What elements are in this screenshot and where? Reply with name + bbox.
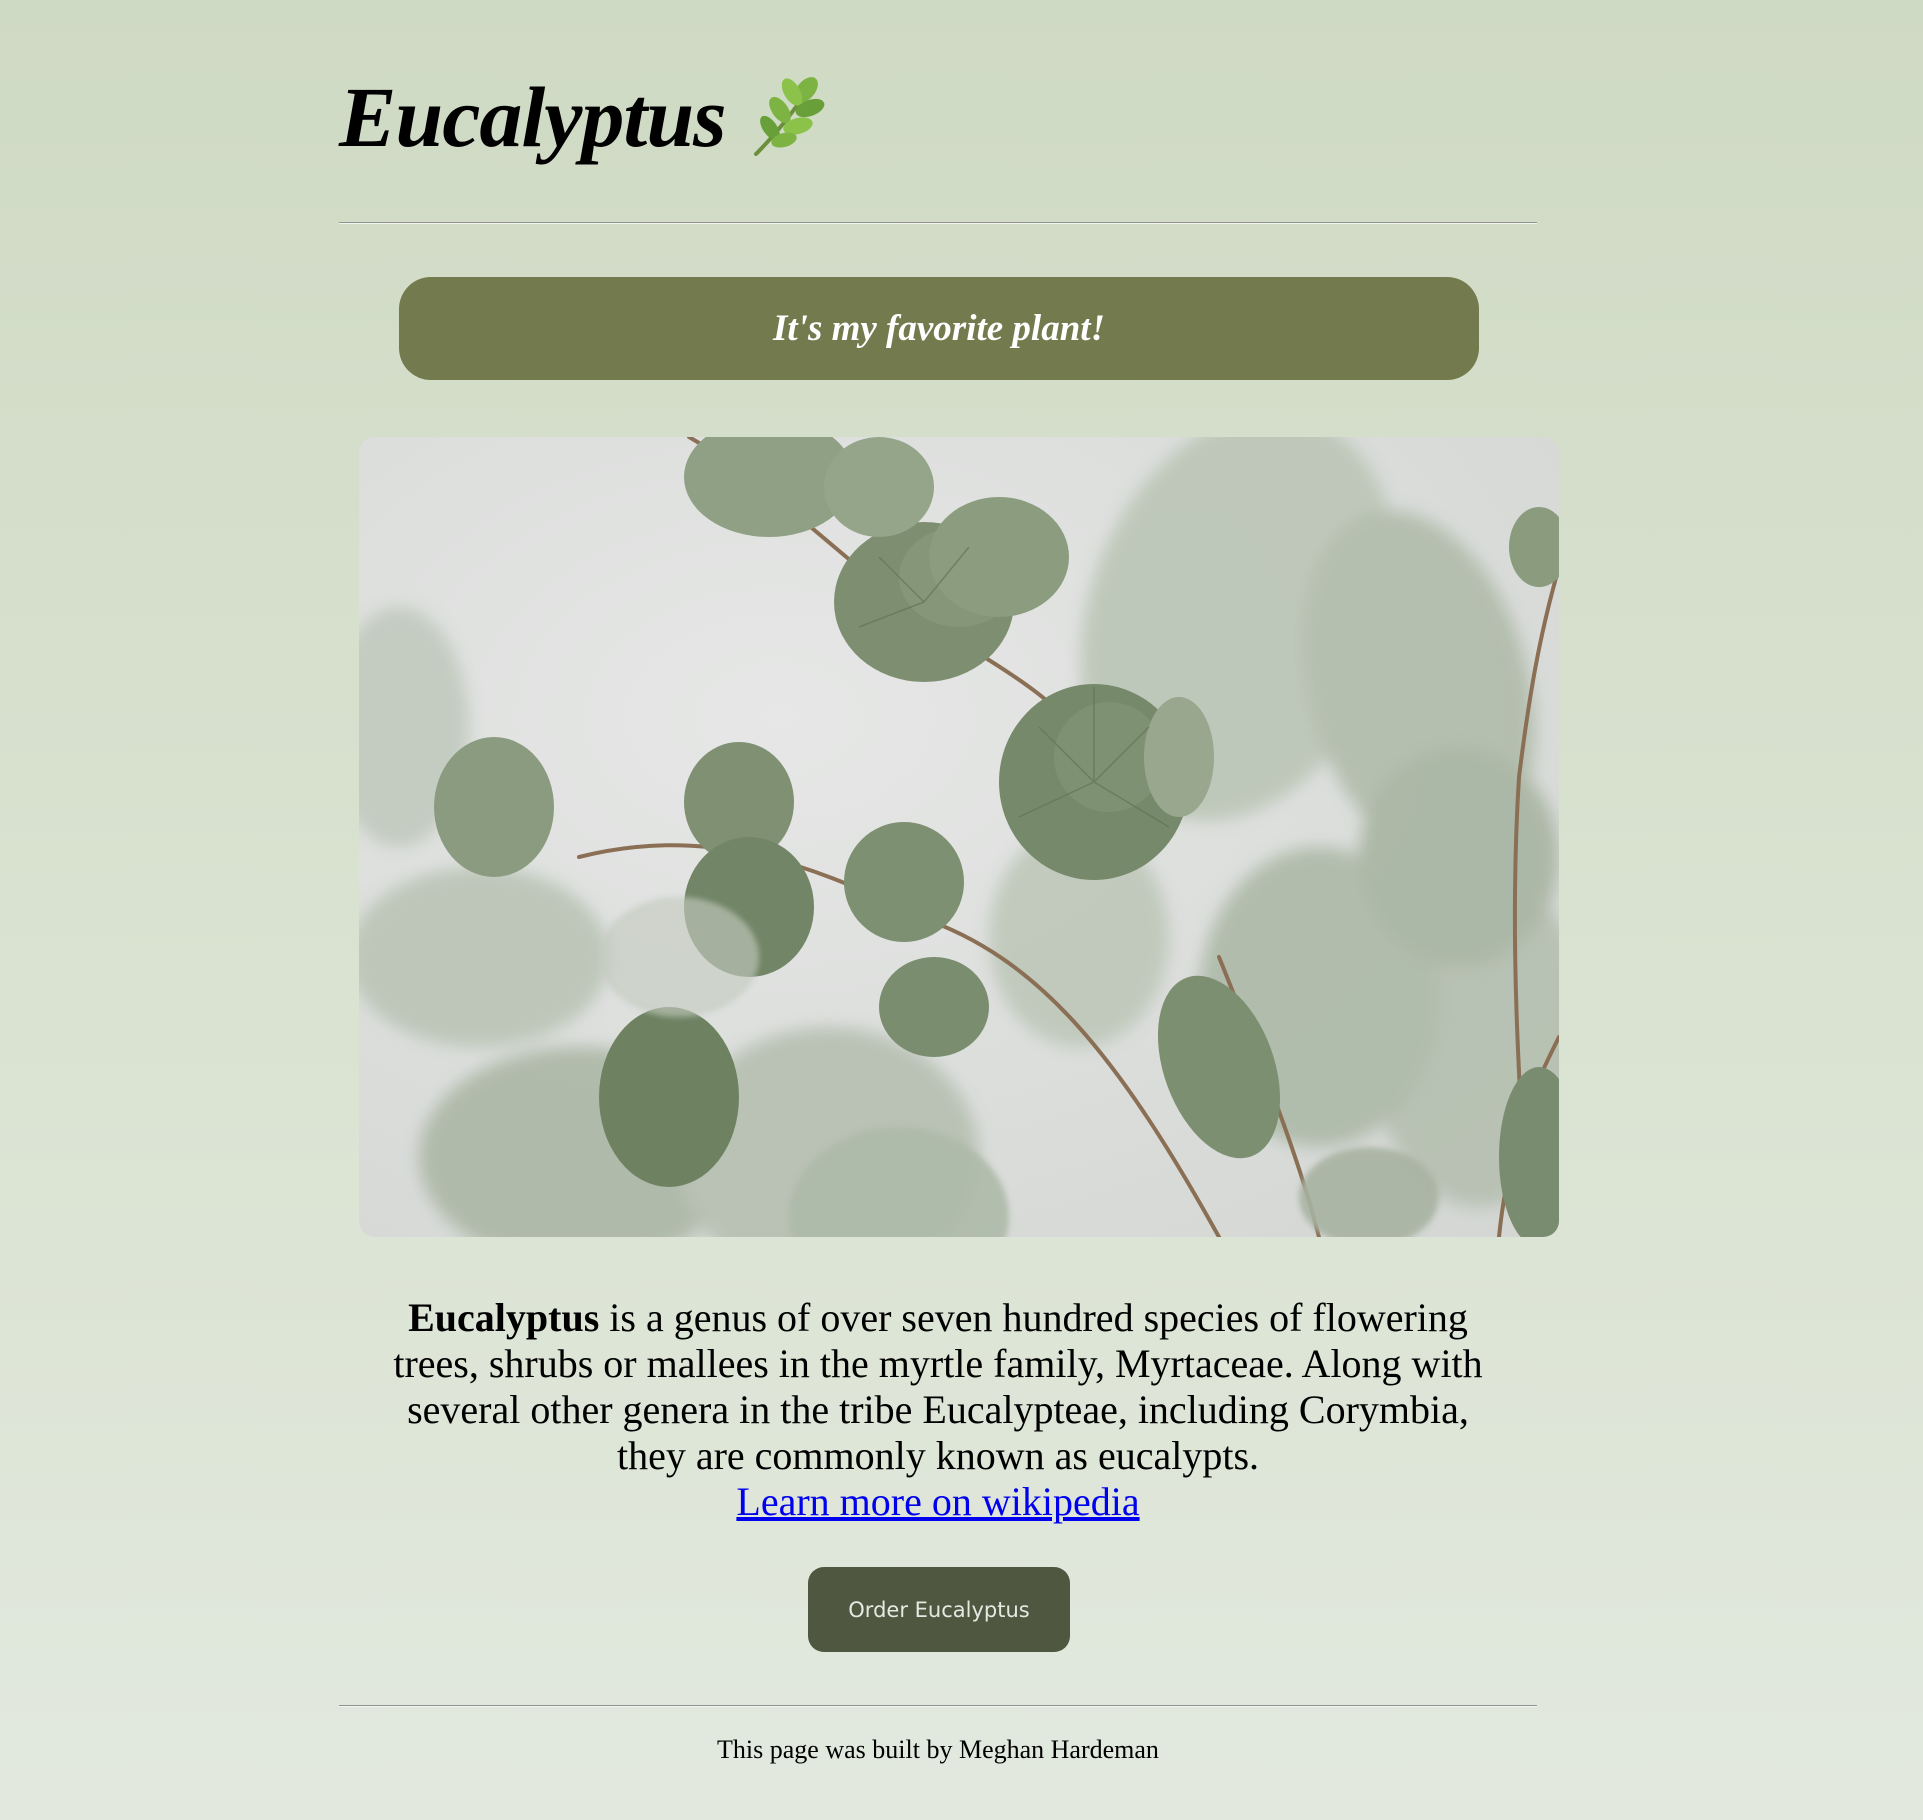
leaf-icon xyxy=(748,76,826,158)
tagline-text: It's my favorite plant! xyxy=(773,308,1105,349)
eucalyptus-photo xyxy=(359,437,1559,1237)
description-term: Eucalyptus xyxy=(408,1295,600,1340)
description-paragraph: Eucalyptus is a genus of over seven hund… xyxy=(388,1295,1488,1479)
page-container: Eucalyptus It's my favorite plant! Eucal… xyxy=(339,0,1559,1820)
description: Eucalyptus is a genus of over seven hund… xyxy=(339,1295,1537,1525)
page-title: Eucalyptus xyxy=(339,69,727,165)
bottom-divider xyxy=(339,1705,1537,1706)
wikipedia-link[interactable]: Learn more on wikipedia xyxy=(736,1479,1139,1524)
order-button[interactable]: Order Eucalyptus xyxy=(808,1567,1070,1652)
header: Eucalyptus xyxy=(339,62,826,172)
footer-credit: This page was built by Meghan Hardeman xyxy=(717,1735,1159,1764)
top-divider xyxy=(339,222,1537,223)
tagline-banner: It's my favorite plant! xyxy=(399,277,1479,380)
